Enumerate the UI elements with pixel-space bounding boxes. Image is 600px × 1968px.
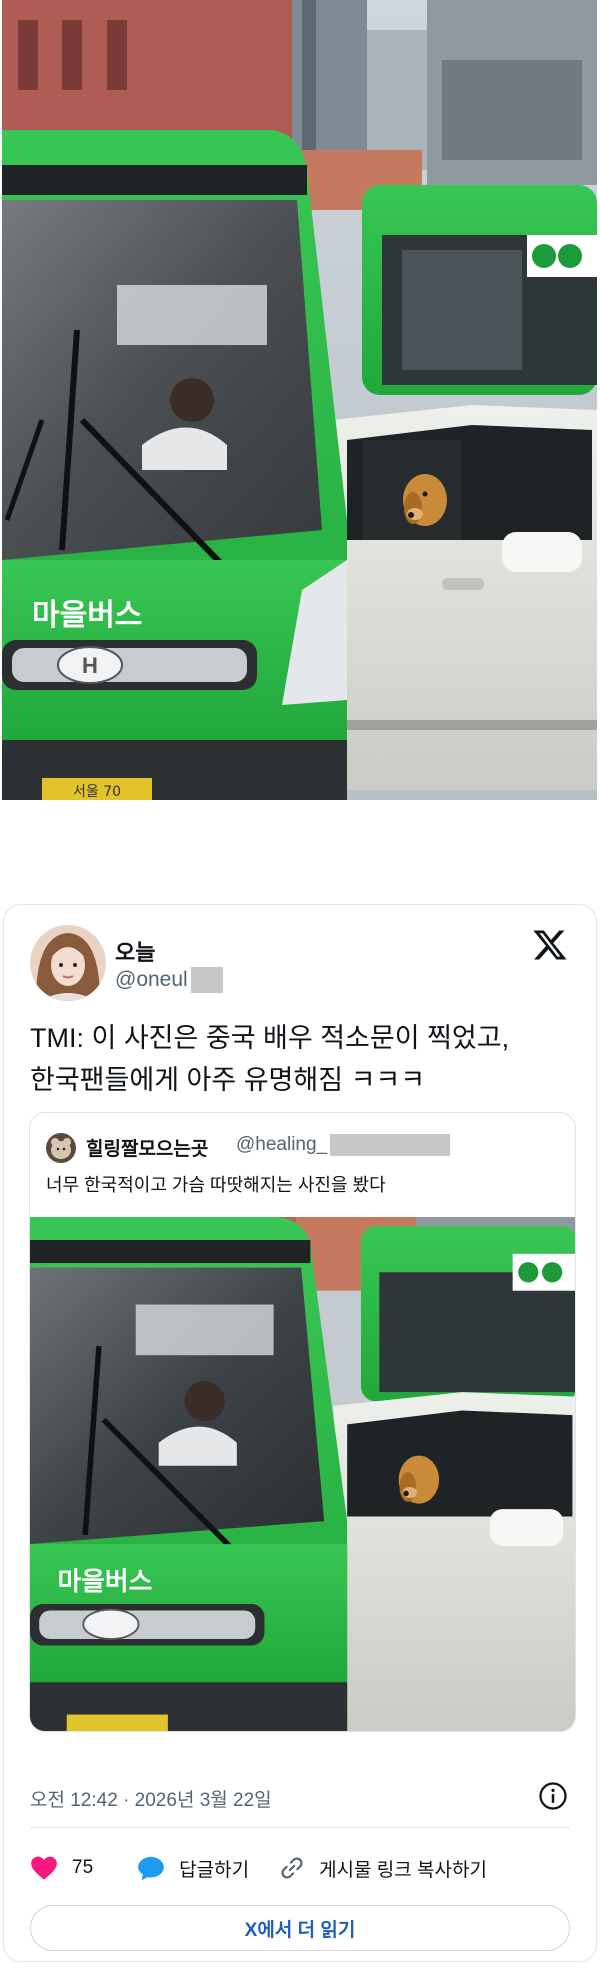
tweet-text-line: TMI: 이 사진은 중국 배우 적소문이 찍었고, <box>30 1023 510 1053</box>
copy-link-button[interactable]: 게시물 링크 복사하기 <box>279 1855 487 1882</box>
avatar-image <box>30 925 106 1001</box>
read-more-button[interactable]: X에서 더 읽기 <box>30 1905 570 1951</box>
quoted-photo-image: 마을버스 <box>30 1217 575 1731</box>
link-icon <box>281 1857 303 1879</box>
divider <box>30 1827 570 1828</box>
info-icon[interactable] <box>538 1781 568 1811</box>
photo-bus-and-dog-image: H 마을버스 서울 70 <box>2 0 597 800</box>
quoted-avatar[interactable] <box>46 1133 76 1163</box>
author-handle[interactable]: @oneul <box>115 968 188 992</box>
tweet-text: TMI: 이 사진은 중국 배우 적소문이 찍었고, 한국팬들에게 아주 유명해… <box>30 1017 575 1101</box>
copy-link-label: 게시물 링크 복사하기 <box>319 1859 487 1881</box>
redaction-block <box>190 967 223 993</box>
quoted-tweet[interactable]: 힐링짤모으는곳 @healing_ 너무 한국적이고 가슴 따땃해지는 사진을 … <box>29 1112 576 1732</box>
photo-bus-and-dog: H 마을버스 서울 70 <box>2 0 597 800</box>
avatar[interactable] <box>30 925 106 1001</box>
tweet-card: 오늘 @oneul TMI: 이 사진은 중국 배우 적소문이 찍었고, 한국팬… <box>3 904 597 1962</box>
heart-icon <box>31 1856 57 1880</box>
quoted-text: 너무 한국적이고 가슴 따땃해지는 사진을 봤다 <box>46 1175 386 1195</box>
quoted-avatar-image <box>46 1133 76 1163</box>
quoted-photo[interactable]: 마을버스 <box>30 1217 575 1731</box>
author-handle-row[interactable]: @oneul <box>115 967 223 993</box>
like-button[interactable]: 75 <box>30 1855 93 1881</box>
like-count: 75 <box>72 1857 94 1878</box>
quoted-handle-row[interactable]: @healing_ <box>236 1134 451 1156</box>
x-logo-icon[interactable] <box>532 927 568 963</box>
reply-bubble-icon <box>138 1856 164 1881</box>
tweet-timestamp[interactable]: 오전 12:42 · 2026년 3월 22일 <box>30 1785 272 1812</box>
redaction-block <box>330 1134 451 1156</box>
quoted-handle[interactable]: @healing_ <box>236 1134 327 1156</box>
quoted-display-name[interactable]: 힐링짤모으는곳 <box>86 1134 208 1161</box>
svg-text:서울 70: 서울 70 <box>73 784 121 800</box>
svg-text:마을버스: 마을버스 <box>58 1567 153 1597</box>
svg-text:마을버스: 마을버스 <box>32 598 142 633</box>
svg-text:H: H <box>82 653 98 678</box>
reply-label: 답글하기 <box>179 1859 250 1881</box>
reply-button[interactable]: 답글하기 <box>137 1855 249 1882</box>
tweet-text-line: 한국팬들에게 아주 유명해짐 ㅋㅋㅋ <box>30 1065 426 1095</box>
action-bar: 75 답글하기 게시물 링크 복사하기 <box>30 1851 570 1885</box>
author-display-name[interactable]: 오늘 <box>115 935 155 967</box>
